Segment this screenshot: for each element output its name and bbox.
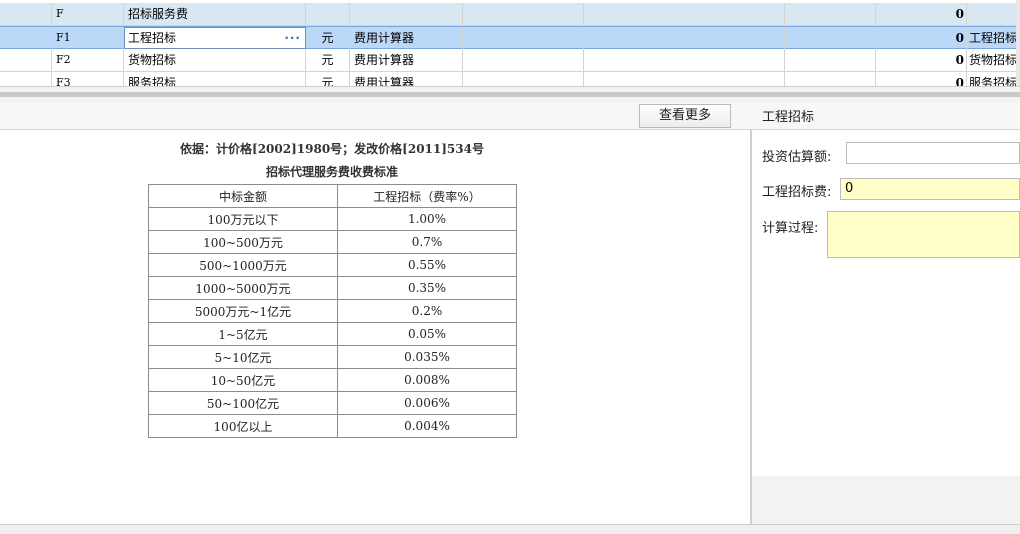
row-unit[interactable]: 元 <box>306 72 350 86</box>
grid-row-f[interactable]: F 招标服务费 0 <box>0 3 1020 26</box>
process-label: 计算过程: <box>762 221 819 236</box>
row-unit[interactable]: 元 <box>306 49 350 71</box>
row-cell[interactable] <box>463 3 584 25</box>
row-indicator <box>0 3 52 25</box>
row-name[interactable]: 货物招标 <box>124 49 306 71</box>
amount-cell: 50~100亿元 <box>148 391 338 415</box>
ellipsis-button[interactable]: ··· <box>284 28 301 48</box>
amount-cell: 100~500万元 <box>148 230 338 254</box>
grid-row-f2[interactable]: F2 货物招标 元 费用计算器 0 货物招标 <box>0 49 1020 72</box>
grid-row-f3[interactable]: F3 服务招标 元 费用计算器 0 服务招标 <box>0 72 1020 86</box>
rate-cell: 0.004% <box>337 414 517 438</box>
form-footer <box>752 476 1020 524</box>
row-code: F2 <box>52 49 124 71</box>
header-rate: 工程招标（费率%） <box>337 184 517 208</box>
row-indicator <box>0 27 52 49</box>
row-unit[interactable] <box>306 3 350 25</box>
row-cell[interactable] <box>463 49 584 71</box>
table-row: 5~10亿元 0.035% <box>148 345 517 369</box>
row-cell[interactable] <box>785 49 876 71</box>
table-row: 1~5亿元 0.05% <box>148 322 517 346</box>
row-cell[interactable] <box>584 49 785 71</box>
amount-cell: 500~1000万元 <box>148 253 338 277</box>
row-cell[interactable] <box>584 72 785 86</box>
row-cell[interactable] <box>785 72 876 86</box>
row-calc[interactable]: 费用计算器 <box>350 27 463 49</box>
row-cell[interactable] <box>463 27 584 49</box>
rate-table-header: 中标金额 工程招标（费率%） <box>148 184 517 208</box>
panel-splitter[interactable] <box>0 86 1020 102</box>
row-code: F3 <box>52 72 124 86</box>
grid-scrollbar[interactable] <box>1016 0 1020 86</box>
amount-cell: 5~10亿元 <box>148 345 338 369</box>
row-calc[interactable] <box>350 3 463 25</box>
table-row: 500~1000万元 0.55% <box>148 253 517 277</box>
row-amount: 0 <box>876 27 967 49</box>
view-more-button[interactable]: 查看更多 <box>639 104 731 128</box>
rate-cell: 1.00% <box>337 207 517 231</box>
row-cell[interactable] <box>584 27 785 49</box>
row-amount: 0 <box>876 3 967 25</box>
panel-title: 工程招标 <box>762 110 815 125</box>
amount-cell: 10~50亿元 <box>148 368 338 392</box>
investment-label: 投资估算额: <box>762 150 832 165</box>
amount-cell: 1~5亿元 <box>148 322 338 346</box>
row-calc[interactable]: 费用计算器 <box>350 72 463 86</box>
basis-text: 依据：计价格[2002]1980号；发改价格[2011]534号 <box>180 142 484 156</box>
table-row: 1000~5000万元 0.35% <box>148 276 517 300</box>
amount-cell: 5000万元~1亿元 <box>148 299 338 323</box>
detail-toolbar: 查看更多 工程招标 <box>0 102 1020 130</box>
amount-cell: 100万元以下 <box>148 207 338 231</box>
row-code: F <box>52 3 124 25</box>
row-amount: 0 <box>876 49 967 71</box>
row-remark[interactable] <box>967 3 1020 25</box>
splitter-grip[interactable] <box>0 92 1020 97</box>
status-bar <box>0 524 1020 534</box>
row-name-value: 工程招标 <box>128 31 177 45</box>
rate-cell: 0.7% <box>337 230 517 254</box>
investment-input[interactable] <box>846 142 1020 164</box>
amount-cell: 100亿以上 <box>148 414 338 438</box>
row-name[interactable]: 服务招标 <box>124 72 306 86</box>
reference-panel: 依据：计价格[2002]1980号；发改价格[2011]534号 招标代理服务费… <box>0 130 750 524</box>
row-remark[interactable]: 工程招标 <box>967 27 1020 49</box>
standard-title: 招标代理服务费收费标准 <box>265 165 398 179</box>
row-remark[interactable]: 货物招标 <box>967 49 1020 71</box>
table-row: 10~50亿元 0.008% <box>148 368 517 392</box>
row-cell[interactable] <box>463 72 584 86</box>
table-row: 100万元以下 1.00% <box>148 207 517 231</box>
rate-cell: 0.2% <box>337 299 517 323</box>
fee-grid: F 招标服务费 0 F1 工程招标 ··· 元 费用计算器 0 工程招标 F2 … <box>0 0 1020 86</box>
table-row: 5000万元~1亿元 0.2% <box>148 299 517 323</box>
row-indicator <box>0 72 52 86</box>
rate-cell: 0.008% <box>337 368 517 392</box>
amount-cell: 1000~5000万元 <box>148 276 338 300</box>
rate-cell: 0.55% <box>337 253 517 277</box>
table-row: 100亿以上 0.004% <box>148 414 517 438</box>
row-indicator <box>0 49 52 71</box>
header-amount: 中标金额 <box>148 184 338 208</box>
row-code: F1 <box>52 27 124 49</box>
rate-table: 中标金额 工程招标（费率%） 100万元以下 1.00% 100~500万元 0.7… <box>148 184 517 438</box>
row-cell[interactable] <box>584 3 785 25</box>
row-cell[interactable] <box>785 3 876 25</box>
calculator-form: 投资估算额: 工程招标费: 0 计算过程: <box>752 130 1020 524</box>
rate-cell: 0.035% <box>337 345 517 369</box>
row-unit[interactable]: 元 <box>306 27 350 49</box>
rate-cell: 0.006% <box>337 391 517 415</box>
fee-label: 工程招标费: <box>762 185 832 200</box>
fee-output[interactable]: 0 <box>840 178 1020 200</box>
rate-cell: 0.05% <box>337 322 517 346</box>
row-calc[interactable]: 费用计算器 <box>350 49 463 71</box>
table-row: 50~100亿元 0.006% <box>148 391 517 415</box>
grid-row-f1-selected[interactable]: F1 工程招标 ··· 元 费用计算器 0 工程招标 <box>0 26 1020 49</box>
table-row: 100~500万元 0.7% <box>148 230 517 254</box>
row-name[interactable]: 招标服务费 <box>124 3 306 25</box>
row-amount: 0 <box>876 72 967 86</box>
rate-cell: 0.35% <box>337 276 517 300</box>
process-output[interactable] <box>827 211 1020 258</box>
row-cell[interactable] <box>785 27 876 49</box>
row-remark[interactable]: 服务招标 <box>967 72 1020 86</box>
row-name-editor[interactable]: 工程招标 ··· <box>124 27 306 49</box>
